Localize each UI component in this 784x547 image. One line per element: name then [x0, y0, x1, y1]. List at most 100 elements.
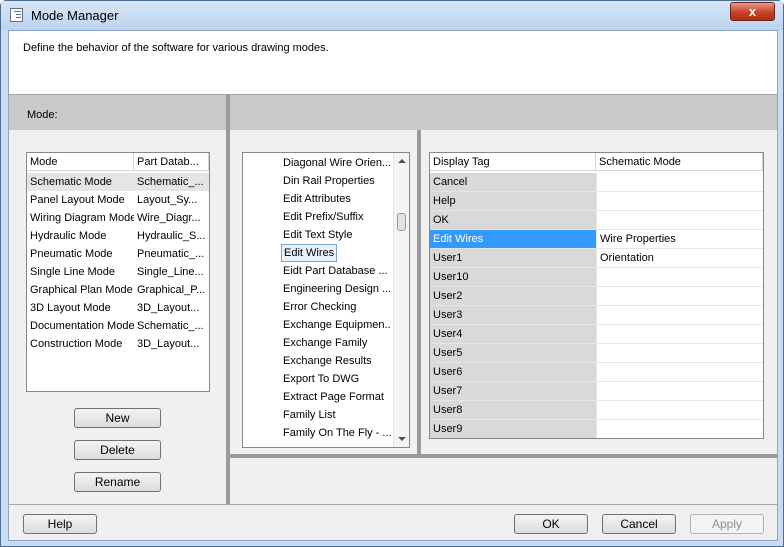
display-tag-cell: User1 — [430, 249, 596, 268]
tag-row[interactable]: User7 — [430, 382, 763, 401]
apply-button[interactable]: Apply — [690, 514, 764, 534]
display-tag-cell: User6 — [430, 363, 596, 382]
mode-row[interactable]: Hydraulic Mode Hydraulic_S... — [27, 227, 209, 245]
mode-command-cell[interactable] — [596, 268, 763, 287]
function-item[interactable]: Family On The Fly - ... — [281, 424, 391, 442]
tag-row[interactable]: User3 — [430, 306, 763, 325]
mode-command-cell[interactable] — [596, 192, 763, 211]
close-button[interactable]: x — [730, 2, 775, 21]
middle-splitter[interactable] — [417, 130, 421, 458]
tag-row[interactable]: User5 — [430, 344, 763, 363]
function-item-partial[interactable] — [281, 442, 391, 447]
bottom-splitter[interactable] — [230, 454, 777, 458]
scroll-up-icon[interactable] — [398, 159, 406, 163]
function-item[interactable]: Edit Wires — [281, 244, 337, 262]
function-item[interactable]: Error Checking — [281, 298, 391, 316]
display-tag-cell: User7 — [430, 382, 596, 401]
function-list-scrollbar[interactable] — [393, 153, 409, 447]
tag-row[interactable]: User9 — [430, 420, 763, 438]
client-area: Define the behavior of the software for … — [8, 30, 778, 541]
mode-name: Single Line Mode — [30, 266, 116, 278]
tag-row[interactable]: User2 — [430, 287, 763, 306]
mode-command-cell[interactable] — [596, 363, 763, 382]
function-header — [230, 94, 777, 130]
mode-row[interactable]: Panel Layout Mode Layout_Sy... — [27, 191, 209, 209]
function-item[interactable]: Exchange Results — [281, 352, 391, 370]
mode-command-cell[interactable] — [596, 306, 763, 325]
scrollbar-thumb[interactable] — [397, 213, 406, 231]
mode-row[interactable]: 3D Layout Mode 3D_Layout... — [27, 299, 209, 317]
display-tag-cell: User8 — [430, 401, 596, 420]
mode-part-database: Single_Line... — [137, 266, 204, 278]
mode-row[interactable]: Graphical Plan Mode Graphical_P... — [27, 281, 209, 299]
tag-row[interactable]: Edit Wires Wire Properties — [430, 230, 763, 249]
mode-name: Construction Mode — [30, 338, 123, 350]
mode-table-header: Mode Part Datab... — [27, 153, 209, 171]
new-button[interactable]: New — [74, 408, 161, 428]
display-tag-cell: Cancel — [430, 173, 596, 192]
mode-row[interactable]: Wiring Diagram Mode Wire_Diagr... — [27, 209, 209, 227]
tag-row[interactable]: User8 — [430, 401, 763, 420]
function-item[interactable]: Edit Prefix/Suffix — [281, 208, 391, 226]
mode-part-database: Pneumatic_... — [137, 248, 205, 260]
function-item[interactable]: Diagonal Wire Orien... — [281, 154, 391, 172]
display-tag-cell: Help — [430, 192, 596, 211]
function-item[interactable]: Edit Attributes — [281, 190, 391, 208]
dialog-footer: Help OK Cancel Apply — [9, 504, 777, 540]
mode-row[interactable]: Single Line Mode Single_Line... — [27, 263, 209, 281]
mode-command-cell[interactable] — [596, 325, 763, 344]
display-tag-cell: User5 — [430, 344, 596, 363]
function-item[interactable]: Family List — [281, 406, 391, 424]
function-item[interactable]: Extract Page Format — [281, 388, 391, 406]
function-item[interactable]: Engineering Design ... — [281, 280, 391, 298]
function-item[interactable]: Export To DWG — [281, 370, 391, 388]
mode-command-cell[interactable] — [596, 382, 763, 401]
mode-command-cell[interactable] — [596, 287, 763, 306]
function-list: Diagonal Wire Orien... Din Rail Propertie… — [242, 152, 410, 448]
mode-command-cell[interactable]: Orientation — [596, 249, 763, 268]
display-tag-cell: OK — [430, 211, 596, 230]
tag-row[interactable]: User1 Orientation — [430, 249, 763, 268]
title-bar: Mode Manager x — [1, 1, 783, 30]
mode-row[interactable]: Schematic Mode Schematic_... — [27, 173, 209, 191]
tag-row[interactable]: User10 — [430, 268, 763, 287]
mode-label: Mode: — [27, 109, 58, 121]
column-header-display-tag[interactable]: Display Tag — [430, 153, 596, 171]
left-splitter[interactable] — [226, 94, 230, 504]
function-item[interactable]: Eidt Part Database ... — [281, 262, 391, 280]
mode-command-cell[interactable] — [596, 401, 763, 420]
column-header-part-database[interactable]: Part Datab... — [134, 153, 209, 171]
column-header-schematic-mode[interactable]: Schematic Mode — [596, 153, 763, 171]
cancel-button[interactable]: Cancel — [602, 514, 676, 534]
delete-button[interactable]: Delete — [74, 440, 161, 460]
tag-row[interactable]: User4 — [430, 325, 763, 344]
mode-command-cell[interactable] — [596, 344, 763, 363]
mode-command-cell[interactable]: Wire Properties — [596, 230, 763, 249]
function-item[interactable]: Exchange Family — [281, 334, 391, 352]
rename-button[interactable]: Rename — [74, 472, 161, 492]
display-tag-cell: User4 — [430, 325, 596, 344]
mode-row[interactable]: Documentation Mode Schematic_... — [27, 317, 209, 335]
mode-row[interactable]: Pneumatic Mode Pneumatic_... — [27, 245, 209, 263]
help-button[interactable]: Help — [23, 514, 97, 534]
mode-name: Hydraulic Mode — [30, 230, 107, 242]
tag-row[interactable]: User6 — [430, 363, 763, 382]
tag-row[interactable]: OK — [430, 211, 763, 230]
mode-command-cell[interactable] — [596, 211, 763, 230]
mode-row[interactable]: Construction Mode 3D_Layout... — [27, 335, 209, 353]
mode-name: Wiring Diagram Mode — [30, 212, 134, 224]
function-item[interactable]: Edit Text Style — [281, 226, 391, 244]
app-icon — [10, 8, 23, 22]
scroll-down-icon[interactable] — [398, 437, 406, 441]
ok-button[interactable]: OK — [514, 514, 588, 534]
mode-command-cell[interactable] — [596, 173, 763, 192]
mode-command-cell[interactable] — [596, 420, 763, 438]
function-item[interactable]: Exchange Equipmen... — [281, 316, 391, 334]
tag-row[interactable]: Help — [430, 192, 763, 211]
column-header-mode[interactable]: Mode — [27, 153, 134, 171]
function-item[interactable]: Din Rail Properties — [281, 172, 391, 190]
mode-name: Schematic Mode — [30, 176, 112, 188]
mode-part-database: Layout_Sy... — [137, 194, 198, 206]
tag-row[interactable]: Cancel — [430, 173, 763, 192]
mode-part-database: 3D_Layout... — [137, 302, 200, 314]
